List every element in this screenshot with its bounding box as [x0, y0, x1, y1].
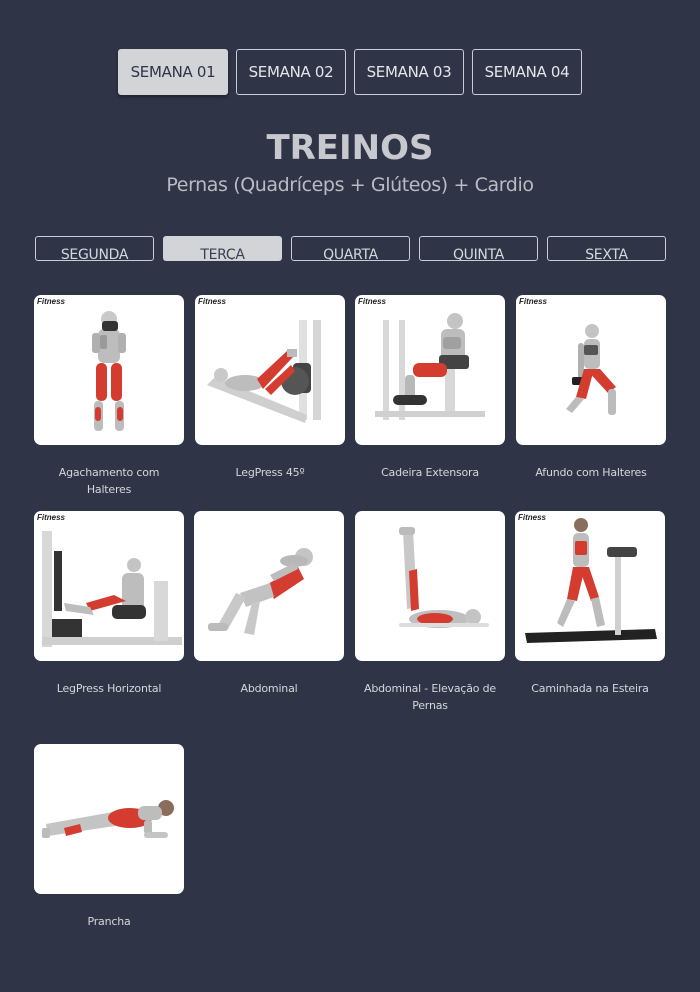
exercise-label: LegPress Horizontal — [56, 682, 162, 695]
treadmill-walk-icon: Fitness — [515, 511, 665, 661]
page-title: TREINOS — [266, 128, 434, 168]
week-tab-label: SEMANA 04 — [484, 63, 570, 81]
day-tab-label: TERÇA — [200, 247, 245, 261]
day-tab-segunda[interactable]: SEGUNDA — [35, 236, 154, 261]
exercise-card-esteira[interactable]: Fitness Caminhada na Esteira — [515, 511, 665, 697]
week-tab-02[interactable]: SEMANA 02 — [236, 49, 346, 95]
week-tab-03[interactable]: SEMANA 03 — [354, 49, 464, 95]
plank-icon — [34, 744, 184, 894]
exercise-label: Caminhada na Esteira — [531, 682, 649, 695]
day-tab-sexta[interactable]: SEXTA — [547, 236, 666, 261]
week-tabs: SEMANA 01 SEMANA 02 SEMANA 03 SEMANA 04 — [0, 49, 700, 95]
brand-logo: Fitness — [518, 513, 547, 522]
leg-press-45-icon: Fitness — [195, 295, 345, 445]
week-tab-label: SEMANA 01 — [130, 63, 216, 81]
brand-logo: Fitness — [519, 297, 548, 306]
exercise-label: Agachamento com Halteres — [58, 466, 160, 496]
exercise-card-agachamento[interactable]: Fitness Agachamento com Halteres — [34, 295, 184, 498]
exercise-label: Abdominal — [240, 682, 298, 695]
exercise-card-legpress-horizontal[interactable]: Fitness LegPress Horizontal — [34, 511, 184, 697]
leg-extension-machine-icon: Fitness — [355, 295, 505, 445]
day-tab-quinta[interactable]: QUINTA — [419, 236, 538, 261]
day-tab-terca[interactable]: TERÇA — [163, 236, 282, 261]
leg-raise-icon — [355, 511, 505, 661]
brand-logo: Fitness — [37, 513, 66, 522]
day-tab-label: QUARTA — [323, 247, 378, 261]
day-tab-label: SEXTA — [585, 247, 628, 261]
brand-logo: Fitness — [37, 297, 66, 306]
exercise-card-prancha[interactable]: Prancha — [34, 744, 184, 930]
week-tab-label: SEMANA 02 — [248, 63, 334, 81]
exercise-label: Abdominal - Elevação de Pernas — [364, 682, 496, 712]
page-subtitle: Pernas (Quadríceps + Glúteos) + Cardio — [166, 174, 534, 196]
brand-logo: Fitness — [198, 297, 227, 306]
squat-dumbbell-icon: Fitness — [34, 295, 184, 445]
exercise-card-cadeira-extensora[interactable]: Fitness Cadeira Extensora — [355, 295, 505, 481]
week-tab-04[interactable]: SEMANA 04 — [472, 49, 582, 95]
exercise-card-legpress-45[interactable]: Fitness LegPress 45º — [195, 295, 345, 481]
exercise-card-abdominal[interactable]: Abdominal — [194, 511, 344, 697]
exercise-label: Prancha — [87, 915, 131, 928]
exercise-card-afundo[interactable]: Fitness Afundo com Halteres — [516, 295, 666, 481]
day-tabs: SEGUNDA TERÇA QUARTA QUINTA SEXTA — [0, 236, 700, 261]
week-tab-label: SEMANA 03 — [366, 63, 452, 81]
day-tab-label: QUINTA — [452, 247, 505, 261]
exercise-label: Cadeira Extensora — [381, 466, 479, 479]
lunge-dumbbell-icon: Fitness — [516, 295, 666, 445]
crunch-icon — [194, 511, 344, 661]
week-tab-01[interactable]: SEMANA 01 — [118, 49, 228, 95]
exercise-label: LegPress 45º — [235, 466, 305, 479]
brand-logo: Fitness — [358, 297, 387, 306]
exercise-label: Afundo com Halteres — [535, 466, 647, 479]
horizontal-leg-press-icon: Fitness — [34, 511, 184, 661]
day-tab-quarta[interactable]: QUARTA — [291, 236, 410, 261]
exercise-card-elevacao-pernas[interactable]: Abdominal - Elevação de Pernas — [355, 511, 505, 714]
day-tab-label: SEGUNDA — [60, 247, 129, 261]
